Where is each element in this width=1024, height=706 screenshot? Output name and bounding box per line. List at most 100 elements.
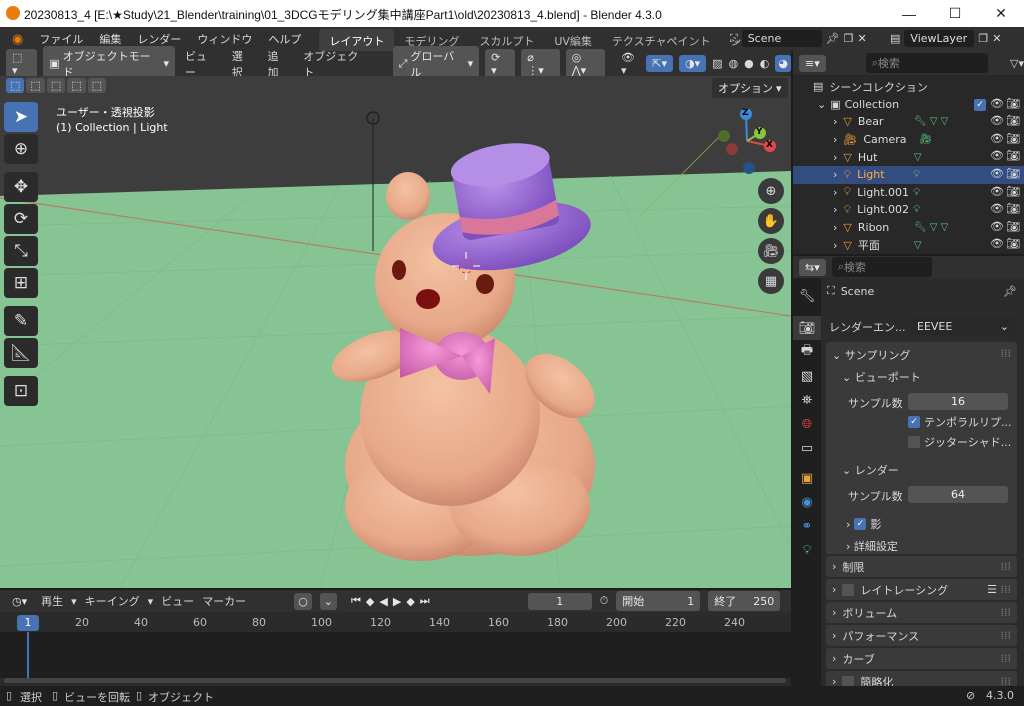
measure-tool-icon[interactable]: 📐︎ [4, 338, 38, 368]
outliner-item-label[interactable]: Camera [863, 133, 913, 146]
data-icon[interactable]: 💡︎ [913, 187, 920, 198]
render-camera-icon[interactable]: 📷︎ [1006, 220, 1020, 233]
play-reverse-icon[interactable]: ◀ [379, 595, 389, 608]
timeline-track[interactable] [0, 632, 791, 678]
annotate-tool-icon[interactable]: ✎ [4, 306, 38, 336]
outliner-item-label[interactable]: Bear [858, 115, 908, 128]
select-subtract-icon[interactable]: ⬚ [46, 78, 66, 93]
data-icon[interactable]: 💡︎ [913, 169, 920, 180]
menu-marker[interactable]: マーカー [202, 593, 246, 609]
world-tab-icon[interactable]: 🌐︎ [793, 412, 821, 436]
scene-icon[interactable]: ⛶ [730, 32, 738, 46]
tab-uv-editing[interactable]: UV編集 [544, 29, 602, 51]
render-engine-select[interactable]: EEVEE ⌄ [911, 318, 1015, 335]
outliner-item[interactable]: › ▽ Bear 🔧︎ ▽ ▽ 👁︎ 📷︎ [793, 113, 1024, 131]
grip-icon[interactable]: ⁞⁞⁞ [1001, 606, 1012, 619]
visibility-eye-icon[interactable]: 👁︎ [990, 202, 1004, 215]
data-icon[interactable]: 🎥︎ [919, 134, 932, 145]
zoom-icon[interactable]: ⊕ [758, 178, 784, 204]
outliner-item[interactable]: › ▽ Ribon 🔧︎ ▽ ▽ 👁︎ 📷︎ [793, 219, 1024, 237]
jump-start-icon[interactable]: ⏮ [351, 594, 363, 608]
stopwatch-icon[interactable]: ⏱ [600, 594, 609, 608]
pin-icon[interactable]: 📌︎ [826, 32, 840, 45]
chevron-right-icon[interactable]: › [833, 221, 837, 234]
add-cube-tool-icon[interactable]: ⊡ [4, 376, 38, 406]
menu-view[interactable]: ビュー [181, 48, 222, 80]
tab-texture-paint[interactable]: テクスチャペイント [602, 29, 721, 51]
visibility-eye-icon[interactable]: 👁︎ [990, 114, 1004, 127]
next-key-icon[interactable]: ◆ [406, 595, 416, 608]
shading-wireframe-icon[interactable]: ◍ [729, 57, 739, 70]
data-icon[interactable]: 🔧︎ ▽ ▽ [914, 116, 948, 127]
playhead-label[interactable]: 1 [17, 615, 39, 631]
xray-icon[interactable]: ▨ [712, 57, 722, 70]
render-camera-icon[interactable]: 📷︎ [1006, 97, 1020, 110]
current-frame-field[interactable]: 1 [527, 592, 592, 610]
visibility-eye-icon[interactable]: 👁︎ [990, 220, 1004, 233]
jitter-shadows-checkbox[interactable]: ジッターシャド... [908, 434, 1011, 450]
minimize-button[interactable]: — [886, 0, 932, 27]
chevron-right-icon[interactable]: › [833, 115, 837, 128]
pivot-icon[interactable]: ⟳ ▾ [485, 48, 516, 79]
shadows-subpanel[interactable]: › ✓ 影 [846, 516, 881, 532]
menu-timeline-view[interactable]: ビュー [161, 593, 194, 609]
collection-tab-icon[interactable]: ▭ [793, 436, 821, 460]
property-section[interactable]: › カーブ ⁞⁞⁞ [826, 648, 1017, 669]
advanced-subpanel[interactable]: › 詳細設定 [846, 538, 898, 554]
navigation-gizmo[interactable]: Z X Y [712, 106, 782, 176]
chevron-right-icon[interactable]: › [833, 203, 837, 216]
prev-key-icon[interactable]: ◆ [366, 595, 376, 608]
filter-icon[interactable]: ▽▾ [1010, 57, 1024, 70]
sampling-header[interactable]: ⌄ サンプリング [832, 347, 910, 363]
options-button[interactable]: オプション ▾ [712, 78, 788, 98]
select-extend-icon[interactable]: ⬚ [26, 78, 45, 93]
menu-object[interactable]: オブジェクト [299, 48, 372, 80]
output-tab-icon[interactable]: 🖶 [793, 340, 821, 364]
maximize-button[interactable]: ☐ [932, 0, 978, 27]
viewlayer-icon[interactable]: ▤ [890, 32, 900, 45]
gizmo-toggle-icon[interactable]: ⇱▾ [646, 55, 674, 72]
scale-tool-icon[interactable]: ⤡ [4, 236, 38, 266]
grip-icon[interactable]: ⁞⁞⁞ [1001, 652, 1012, 665]
data-icon[interactable]: ▽ [914, 240, 922, 251]
timeline-ruler[interactable]: 20 40 60 80 100 120 140 160 180 200 220 240 1 [0, 614, 791, 632]
3d-viewport[interactable]: ユーザー・透視投影 (1) Collection | Light オプション ▾… [0, 76, 791, 588]
start-frame-field[interactable]: 開始 1 [616, 591, 701, 611]
perspective-grid-icon[interactable]: ▦ [758, 268, 784, 294]
collection-checkbox[interactable]: ✓ [974, 98, 986, 111]
menu-add[interactable]: 追加 [263, 48, 293, 80]
render-camera-icon[interactable]: 📷︎ [1006, 167, 1020, 180]
playback-controls[interactable]: ⏮ ◆ ◀ ▶ ◆ ⏭ [345, 592, 438, 610]
render-camera-icon[interactable]: 📷︎ [1006, 149, 1020, 162]
outliner-item[interactable]: › ▽ 平面 ▽ 👁︎ 📷︎ [793, 236, 1024, 254]
render-camera-icon[interactable]: 📷︎ [1006, 202, 1020, 215]
pin-props-icon[interactable]: 📌︎ [1003, 285, 1017, 298]
proportional-edit-icon[interactable]: ◎ ⋀▾ [565, 48, 605, 79]
data-icon[interactable]: 🔧︎ ▽ ▽ [914, 222, 948, 233]
grip-icon[interactable]: ⁞⁞⁞ [1001, 347, 1012, 360]
network-icon[interactable]: ⊘ [966, 689, 975, 702]
shading-material-icon[interactable]: ◐ [760, 57, 770, 70]
list-icon[interactable]: ☰ [987, 583, 997, 596]
render-tab-icon[interactable]: 📷︎ [793, 316, 821, 340]
render-camera-icon[interactable]: 📷︎ [1006, 132, 1020, 145]
menu-window[interactable]: ウィンドウ [189, 31, 260, 47]
render-camera-icon[interactable]: 📷︎ [1006, 237, 1020, 250]
shading-solid-icon[interactable]: ● [744, 57, 754, 70]
grip-icon[interactable]: ⁞⁞⁞ [1001, 583, 1012, 596]
blender-menu-icon[interactable]: ◉ [4, 32, 31, 47]
outliner-item[interactable]: › 💡︎ Light 💡︎ 👁︎ 📷︎ [793, 165, 1024, 184]
physics-tab-icon[interactable]: ◉ [793, 490, 821, 514]
outliner-editor-icon[interactable]: ≡▾ [799, 54, 826, 72]
chevron-right-icon[interactable]: › [833, 186, 837, 199]
chevron-right-icon[interactable]: › [833, 168, 837, 181]
menu-select[interactable]: 選択 [228, 48, 258, 80]
menu-playback[interactable]: 再生 [41, 593, 63, 609]
auto-key-icon[interactable]: ○ [294, 592, 312, 610]
temporal-reprojection-checkbox[interactable]: ✓ テンポラルリプ... [908, 414, 1012, 430]
chevron-right-icon[interactable]: › [833, 133, 837, 146]
menu-edit[interactable]: 編集 [91, 31, 129, 47]
outliner-item[interactable]: › ▽ Hut ▽ 👁︎ 📷︎ [793, 148, 1024, 166]
outliner-item-label[interactable]: Light.001 [857, 186, 909, 199]
select-new-icon[interactable]: ⬚ [6, 78, 25, 93]
